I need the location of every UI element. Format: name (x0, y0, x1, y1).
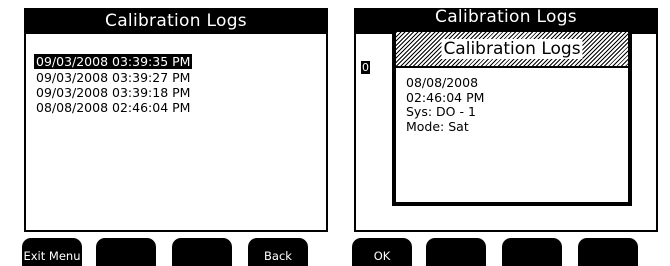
screen-title: Calibration Logs (435, 7, 577, 27)
log-mode: Mode: Sat (406, 118, 469, 134)
log-system: Sys: DO - 1 (406, 104, 476, 119)
calibration-logs-screen: Calibration Logs 09/03/2008 03:39:35 PM … (22, 8, 328, 266)
log-list-panel: 09/03/2008 03:39:35 PM 09/03/2008 03:39:… (24, 34, 328, 232)
softkey-bar: OK (352, 238, 658, 266)
dialog-body: 08/08/2008 02:46:04 PM Sys: DO - 1 Mode:… (406, 75, 485, 134)
log-time: 02:46:04 PM (406, 89, 485, 105)
dialog-header: Calibration Logs (396, 32, 628, 68)
softkey-3-button[interactable] (172, 238, 232, 266)
log-list: 09/03/2008 03:39:35 PM 09/03/2008 03:39:… (34, 51, 234, 115)
dialog-title: Calibration Logs (441, 39, 583, 59)
exit-menu-button[interactable]: Exit Menu (22, 238, 82, 266)
ok-button[interactable]: OK (352, 238, 412, 266)
calibration-log-detail-screen: Calibration Logs 0 Calibration Logs 08/0… (352, 7, 658, 266)
log-entry[interactable]: 09/03/2008 03:39:18 PM (34, 85, 234, 100)
log-date: 08/08/2008 (406, 75, 479, 90)
log-entry[interactable]: 09/03/2008 03:39:35 PM (34, 51, 234, 70)
log-entry[interactable]: 08/08/2008 02:46:04 PM (34, 100, 234, 115)
log-entry-label: 09/03/2008 03:39:35 PM (34, 54, 193, 69)
screen-title: Calibration Logs (24, 8, 328, 34)
softkey-bar: Exit Menu Back (22, 238, 328, 266)
log-entry-fragment: 0 (361, 61, 370, 74)
softkey-label: Back (264, 249, 292, 263)
log-entry[interactable]: 09/03/2008 03:39:27 PM (34, 70, 234, 85)
back-button[interactable]: Back (248, 238, 308, 266)
dialog-content: Calibration Logs 08/08/2008 02:46:04 PM … (396, 32, 628, 202)
softkey-2-button[interactable] (426, 238, 486, 266)
log-detail-dialog: Calibration Logs 08/08/2008 02:46:04 PM … (392, 28, 632, 206)
softkey-label: OK (373, 249, 391, 263)
softkey-4-button[interactable] (578, 238, 638, 266)
softkey-3-button[interactable] (502, 238, 562, 266)
softkey-2-button[interactable] (96, 238, 156, 266)
softkey-label: Exit Menu (23, 249, 81, 263)
